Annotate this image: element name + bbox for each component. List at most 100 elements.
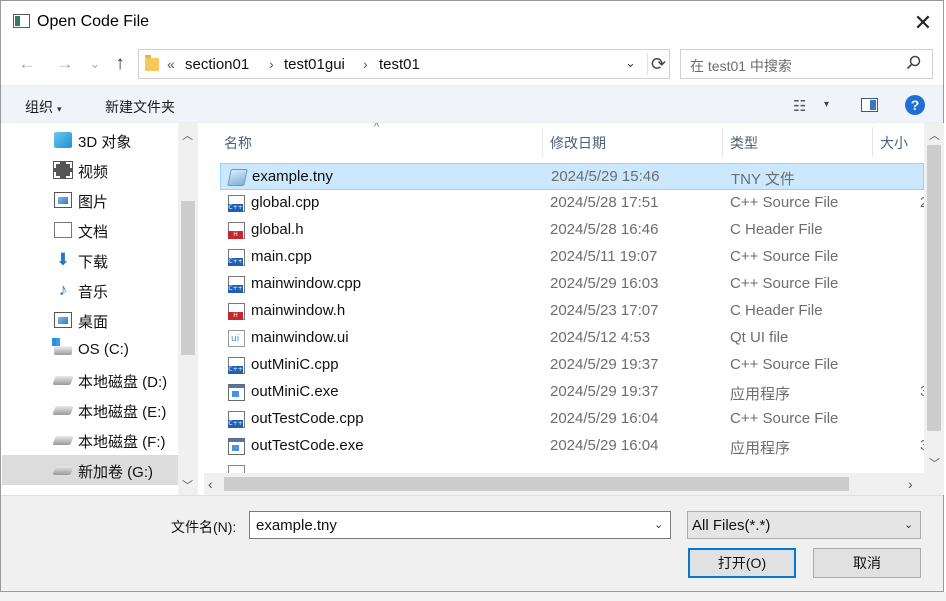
scroll-left-icon[interactable]: ‹ bbox=[208, 476, 213, 492]
breadcrumb-overflow[interactable]: « bbox=[167, 56, 175, 72]
tree-item[interactable]: ♪ 音乐 bbox=[2, 275, 178, 305]
recent-locations-button[interactable]: ⌄ bbox=[84, 53, 106, 75]
search-icon[interactable] bbox=[906, 55, 921, 70]
file-row[interactable]: mainwindow.h 2024/5/23 17:07 C Header File bbox=[220, 298, 924, 325]
tree-item[interactable]: 视频 bbox=[2, 155, 178, 185]
breadcrumb-separator[interactable]: › bbox=[269, 56, 274, 72]
scrollbar-corner bbox=[924, 473, 944, 495]
file-name: global.h bbox=[251, 221, 304, 238]
chevron-down-icon: ▾ bbox=[57, 104, 62, 114]
organize-button[interactable]: 组织 ▾ bbox=[25, 97, 62, 117]
music-icon: ♪ bbox=[58, 280, 68, 299]
file-row[interactable]: mainwindow.ui 2024/5/12 4:53 Qt UI file bbox=[220, 325, 924, 352]
file-type-filter[interactable]: All Files(*.*) ⌄ bbox=[687, 511, 921, 539]
tree-item-label: 本地磁盘 (D:) bbox=[78, 374, 168, 391]
column-header-size[interactable]: 大小 bbox=[880, 133, 908, 153]
file-name: global.cpp bbox=[251, 194, 320, 211]
tree-item[interactable]: 新加卷 (G:) bbox=[2, 455, 178, 485]
breadcrumb-separator[interactable]: › bbox=[363, 56, 368, 72]
file-name: example.tny bbox=[252, 168, 333, 185]
column-header-type[interactable]: 类型 bbox=[730, 133, 758, 153]
file-list-vertical-scrollbar[interactable]: ︿ ﹀ bbox=[924, 123, 944, 473]
file-row[interactable]: mainwindow.cpp 2024/5/29 16:03 C++ Source … bbox=[220, 271, 924, 298]
open-button[interactable]: 打开(O) bbox=[688, 548, 796, 578]
address-dropdown-icon[interactable]: ⌄ bbox=[625, 55, 636, 71]
preview-pane-icon[interactable] bbox=[861, 98, 878, 112]
file-name: mainwindow.ui bbox=[251, 329, 349, 346]
cpp-file-icon bbox=[228, 276, 245, 293]
exe-file-icon bbox=[228, 438, 245, 455]
filename-field[interactable]: example.tny ⌄ bbox=[249, 511, 671, 539]
column-header-modified[interactable]: 修改日期 bbox=[550, 133, 606, 153]
file-modified-date: 2024/5/29 15:46 bbox=[551, 168, 660, 185]
cpp-file-icon bbox=[228, 357, 245, 374]
desktop-icon bbox=[54, 312, 72, 328]
file-row[interactable]: global.h 2024/5/28 16:46 C Header File bbox=[220, 217, 924, 244]
scroll-down-icon[interactable]: ﹀ bbox=[182, 477, 193, 493]
vertical-scroll-thumb[interactable] bbox=[927, 145, 941, 431]
tree-item-label: 3D 对象 bbox=[78, 134, 132, 151]
scroll-right-icon[interactable]: › bbox=[908, 476, 913, 492]
filename-label: 文件名(N): bbox=[171, 519, 237, 535]
view-options-icon[interactable]: ☷ bbox=[793, 97, 806, 115]
file-row[interactable]: outMiniC.cpp 2024/5/29 19:37 C++ Source Fi… bbox=[220, 352, 924, 379]
breadcrumb-section01[interactable]: section01 bbox=[185, 56, 249, 73]
search-input[interactable]: 在 test01 中搜索 bbox=[690, 56, 792, 76]
file-type: C Header File bbox=[730, 221, 823, 238]
tree-scroll-thumb[interactable] bbox=[181, 201, 195, 355]
file-row[interactable]: main.cpp 2024/5/11 19:07 C++ Source File bbox=[220, 244, 924, 271]
organize-label: 组织 bbox=[25, 99, 53, 115]
tree-item[interactable]: 3D 对象 bbox=[2, 125, 178, 155]
file-row[interactable]: example.tny 2024/5/29 15:46 TNY 文件 bbox=[220, 163, 924, 190]
back-button[interactable]: ← bbox=[16, 53, 38, 75]
file-list-horizontal-scrollbar[interactable]: ‹ › bbox=[204, 473, 924, 495]
tree-item[interactable]: 文档 bbox=[2, 215, 178, 245]
file-row[interactable] bbox=[220, 460, 924, 473]
tree-item-label: 桌面 bbox=[78, 314, 109, 331]
tree-item[interactable]: ⬇ 下载 bbox=[2, 245, 178, 275]
file-name: outMiniC.cpp bbox=[251, 356, 339, 373]
filename-value[interactable]: example.tny bbox=[256, 517, 337, 534]
tree-item-label: 本地磁盘 (E:) bbox=[78, 404, 167, 421]
help-icon[interactable]: ? bbox=[905, 95, 925, 115]
dialog-footer: 文件名(N): example.tny ⌄ All Files(*.*) ⌄ 打… bbox=[1, 495, 943, 591]
view-dropdown-icon[interactable]: ▾ bbox=[824, 99, 829, 110]
chevron-down-icon[interactable]: ⌄ bbox=[904, 518, 913, 531]
scroll-down-icon[interactable]: ﹀ bbox=[929, 455, 940, 471]
scroll-up-icon[interactable]: ︿ bbox=[929, 127, 940, 143]
up-folder-button[interactable]: ↑ bbox=[109, 53, 131, 75]
breadcrumb-test01gui[interactable]: test01gui bbox=[284, 56, 345, 73]
file-list: 名称 ^ 修改日期 类型 大小 example.tny 2024/5/29 15:… bbox=[204, 123, 924, 473]
background-window-strip bbox=[0, 592, 946, 601]
tree-item[interactable]: 本地磁盘 (E:) bbox=[2, 395, 178, 425]
tree-scrollbar[interactable]: ︿ ﹀ bbox=[178, 123, 198, 495]
file-row[interactable]: outTestCode.exe2024/5/29 16:04应用程序3 bbox=[220, 433, 924, 460]
pane-splitter[interactable] bbox=[198, 123, 203, 495]
search-box[interactable]: 在 test01 中搜索 bbox=[680, 49, 933, 79]
forward-button[interactable]: → bbox=[54, 53, 76, 75]
cancel-button[interactable]: 取消 bbox=[813, 548, 921, 578]
column-divider[interactable] bbox=[872, 127, 873, 157]
sort-ascending-icon: ^ bbox=[374, 123, 380, 133]
filename-history-dropdown-icon[interactable]: ⌄ bbox=[654, 518, 663, 531]
breadcrumb-test01[interactable]: test01 bbox=[379, 56, 420, 73]
tree-item[interactable]: OS (C:) bbox=[2, 335, 178, 365]
open-file-dialog: Open Code File ✕ ← → ⌄ ↑ « section01 › t… bbox=[0, 0, 944, 592]
column-divider[interactable] bbox=[542, 127, 543, 157]
tree-item[interactable]: 本地磁盘 (F:) bbox=[2, 425, 178, 455]
tree-item[interactable]: 图片 bbox=[2, 185, 178, 215]
address-bar[interactable]: « section01 › test01gui › test01 ⌄ ⟳ bbox=[138, 49, 670, 79]
new-folder-button[interactable]: 新建文件夹 bbox=[105, 97, 175, 117]
close-button[interactable]: ✕ bbox=[901, 5, 945, 41]
file-row[interactable]: outTestCode.cpp 2024/5/29 16:04 C++ Source… bbox=[220, 406, 924, 433]
tree-item[interactable]: 本地磁盘 (D:) bbox=[2, 365, 178, 395]
horizontal-scroll-thumb[interactable] bbox=[224, 477, 849, 491]
file-modified-date: 2024/5/28 17:51 bbox=[550, 194, 659, 211]
column-header-name[interactable]: 名称 bbox=[224, 133, 252, 153]
scroll-up-icon[interactable]: ︿ bbox=[182, 127, 193, 143]
file-row[interactable]: global.cpp 2024/5/28 17:51 C++ Source File… bbox=[220, 190, 924, 217]
column-divider[interactable] bbox=[722, 127, 723, 157]
tree-item[interactable]: 桌面 bbox=[2, 305, 178, 335]
refresh-icon[interactable]: ⟳ bbox=[647, 53, 669, 75]
file-row[interactable]: outMiniC.exe2024/5/29 19:37应用程序3 bbox=[220, 379, 924, 406]
